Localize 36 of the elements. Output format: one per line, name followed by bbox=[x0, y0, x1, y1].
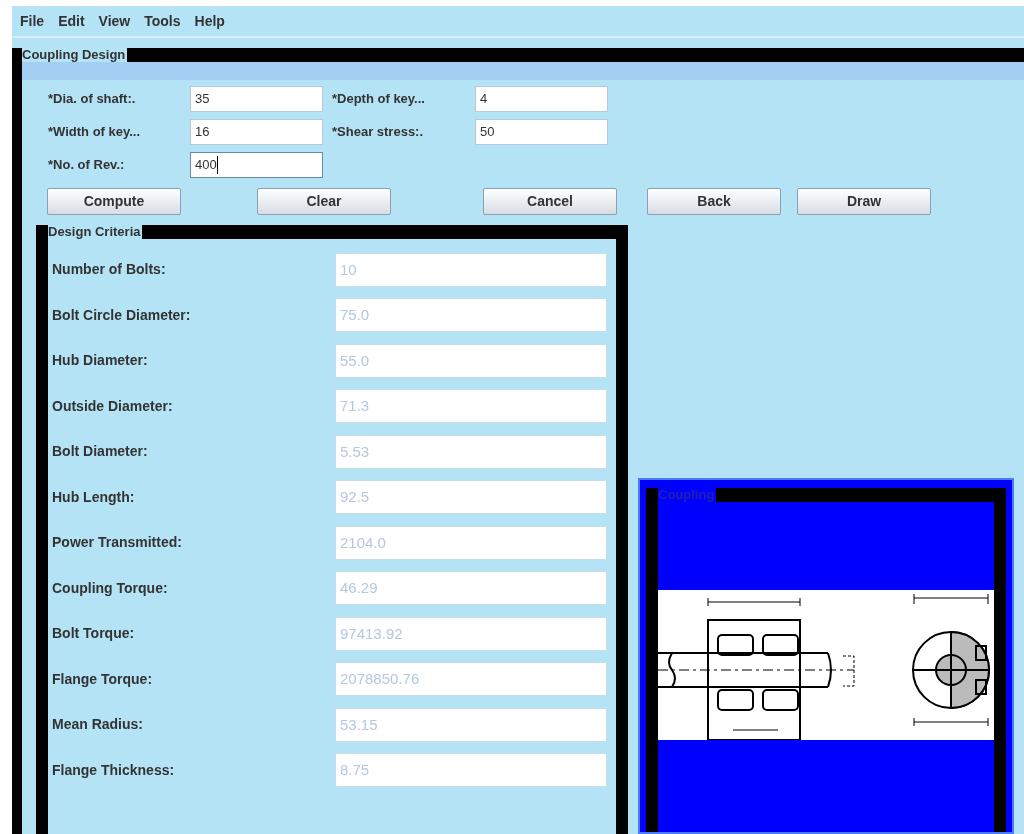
result-label: Coupling Torque: bbox=[52, 578, 169, 598]
action-button[interactable]: Draw bbox=[797, 188, 931, 215]
field-label: *Shear stress:. bbox=[332, 122, 425, 141]
field-label: *Depth of key... bbox=[332, 89, 426, 108]
result-label: Hub Length: bbox=[52, 487, 136, 507]
result-label: Bolt Diameter: bbox=[52, 442, 149, 462]
result-label: Hub Diameter: bbox=[52, 351, 149, 371]
action-button[interactable]: Compute bbox=[47, 188, 181, 215]
result-label: Number of Bolts: bbox=[52, 260, 167, 280]
field-label: *Width of key... bbox=[48, 122, 142, 141]
action-button[interactable]: Clear bbox=[257, 188, 391, 215]
field-label: *No. of Rev.: bbox=[48, 155, 126, 174]
result-label: Power Transmitted: bbox=[52, 533, 183, 553]
input-field[interactable]: 35 bbox=[190, 85, 323, 112]
result-label: Flange Torque: bbox=[52, 669, 154, 689]
menu-item[interactable]: Tools bbox=[144, 10, 181, 32]
menu-item[interactable]: File bbox=[20, 10, 45, 32]
input-field[interactable]: 4 bbox=[475, 85, 608, 112]
result-label: Outside Diameter: bbox=[52, 396, 174, 416]
menu-item[interactable]: Edit bbox=[58, 10, 85, 32]
field-label: *Dia. of shaft:. bbox=[48, 89, 137, 108]
action-button[interactable]: Back bbox=[647, 188, 781, 215]
panel-title: Coupling bbox=[658, 488, 717, 502]
panel-title: Coupling Design bbox=[22, 48, 128, 62]
result-label: Bolt Torque: bbox=[52, 624, 136, 644]
input-field[interactable]: 400 bbox=[190, 151, 323, 178]
text-cursor bbox=[216, 155, 218, 174]
menu-item[interactable]: View bbox=[98, 10, 131, 32]
result-label: Bolt Circle Diameter: bbox=[52, 305, 192, 325]
result-label: Flange Thickness: bbox=[52, 760, 176, 780]
input-field[interactable]: 50 bbox=[475, 118, 608, 145]
menu-item[interactable]: Help bbox=[194, 10, 225, 32]
input-field[interactable]: 16 bbox=[190, 118, 323, 145]
result-label: Mean Radius: bbox=[52, 715, 144, 735]
action-button[interactable]: Cancel bbox=[483, 188, 617, 215]
panel-title: Design Criteria bbox=[48, 225, 143, 239]
